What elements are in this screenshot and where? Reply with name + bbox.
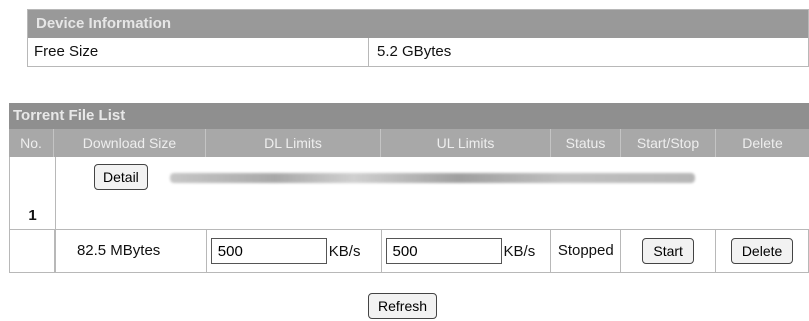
start-button[interactable]: Start (642, 238, 694, 264)
download-size-value: 82.5 MBytes (55, 230, 207, 272)
free-size-label: Free Size (28, 38, 369, 66)
dl-limit-input[interactable] (210, 238, 327, 264)
torrent-row-detail: 1 Detail (9, 157, 809, 272)
dl-limit-cell: KB/s (207, 230, 382, 272)
status-value: Stopped (551, 230, 622, 272)
delete-button[interactable]: Delete (730, 238, 794, 264)
header-download-size: Download Size (54, 129, 206, 157)
torrent-list-title: Torrent File List (9, 103, 809, 129)
header-no: No. (9, 129, 54, 157)
header-dl-limits: DL Limits (206, 129, 381, 157)
number-spacer (10, 230, 55, 272)
torrent-file-list: Torrent File List No. Download Size DL L… (9, 103, 809, 273)
header-ul-limits: UL Limits (381, 129, 551, 157)
torrent-row-controls: 82.5 MBytes KB/s KB/s Stopped Start Dele… (9, 230, 809, 273)
torrent-number: 1 (28, 207, 37, 224)
delete-cell: Delete (716, 230, 809, 272)
torrent-file-name-redacted (170, 173, 695, 183)
device-info-row: Free Size 5.2 GBytes (28, 38, 808, 66)
header-status: Status (551, 129, 621, 157)
dl-unit-label: KB/s (328, 242, 361, 260)
detail-button[interactable]: Detail (94, 164, 148, 190)
header-start-stop: Start/Stop (621, 129, 716, 157)
header-delete: Delete (742, 135, 783, 151)
refresh-button[interactable]: Refresh (368, 293, 438, 319)
free-size-value: 5.2 GBytes (377, 43, 452, 60)
torrent-table-header: No. Download Size DL Limits UL Limits St… (9, 129, 809, 157)
device-information-title: Device Information (28, 10, 808, 38)
device-information-panel: Device Information Free Size 5.2 GBytes (27, 9, 809, 67)
start-stop-cell: Start (621, 230, 717, 272)
ul-limit-input[interactable] (385, 238, 502, 264)
ul-unit-label: KB/s (503, 242, 536, 260)
ul-limit-cell: KB/s (382, 230, 552, 272)
